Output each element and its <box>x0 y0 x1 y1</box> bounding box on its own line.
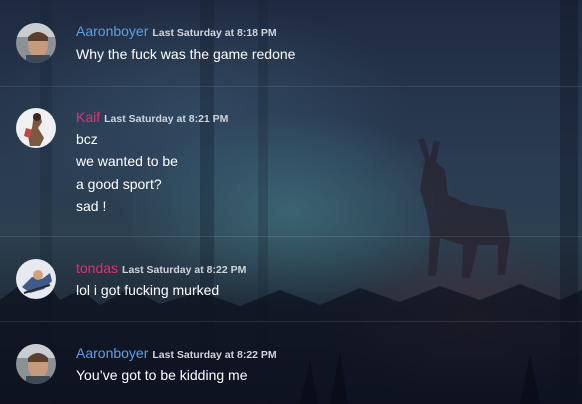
message-timestamp[interactable]: Last Saturday at 8:22 PM <box>122 264 246 276</box>
message-text: a good sport? <box>76 176 162 192</box>
user-avatar[interactable] <box>16 23 56 63</box>
message-header: Kaif Last Saturday at 8:21 PM <box>76 109 228 127</box>
user-avatar[interactable] <box>16 259 56 299</box>
user-avatar[interactable] <box>16 108 56 148</box>
username[interactable]: tondas <box>76 260 118 276</box>
photo-avatar-tondas <box>16 259 56 299</box>
message-text: bcz <box>76 131 98 147</box>
message-header: Aaronboyer Last Saturday at 8:18 PM <box>76 23 277 41</box>
message-text: You’ve got to be kidding me <box>76 367 248 383</box>
username[interactable]: Aaronboyer <box>76 23 148 39</box>
photo-avatar-aaronboyer <box>16 23 56 63</box>
message-group: Aaronboyer Last Saturday at 8:18 PM Why t… <box>0 0 582 86</box>
message-timestamp[interactable]: Last Saturday at 8:22 PM <box>152 349 276 361</box>
message-header: tondas Last Saturday at 8:22 PM <box>76 260 246 278</box>
message-group: Aaronboyer Last Saturday at 8:22 PM You’v… <box>0 322 582 404</box>
photo-avatar-kaif <box>16 108 56 148</box>
message-group: tondas Last Saturday at 8:22 PM lol i got… <box>0 237 582 321</box>
message-header: Aaronboyer Last Saturday at 8:22 PM <box>76 345 277 363</box>
message-timestamp[interactable]: Last Saturday at 8:21 PM <box>104 113 228 125</box>
photo-avatar-aaronboyer <box>16 344 56 384</box>
message-timestamp[interactable]: Last Saturday at 8:18 PM <box>152 27 276 39</box>
message-text: lol i got fucking murked <box>76 282 220 298</box>
message-text: sad ! <box>76 198 107 214</box>
message-group: Kaif Last Saturday at 8:21 PM bcz we want… <box>0 87 582 236</box>
message-list: Aaronboyer Last Saturday at 8:18 PM Why t… <box>0 0 582 404</box>
message-text: we wanted to be <box>76 153 178 169</box>
message-text: Why the fuck was the game redone <box>76 46 296 62</box>
user-avatar[interactable] <box>16 344 56 384</box>
username[interactable]: Aaronboyer <box>76 345 148 361</box>
username[interactable]: Kaif <box>76 109 100 125</box>
